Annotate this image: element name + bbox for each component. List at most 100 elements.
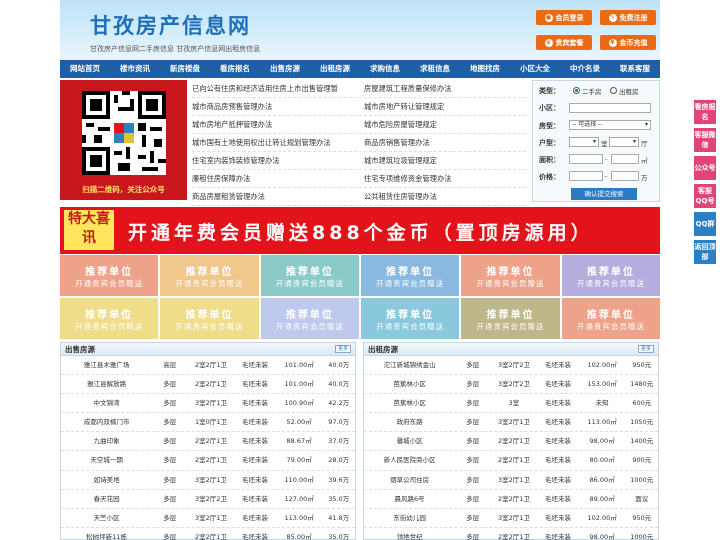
policy-link[interactable]: 城市建筑垃圾管理规定 bbox=[364, 152, 526, 170]
promo-banner[interactable]: 特大喜讯 开通年费会员赠送888个金币（置顶房源用） bbox=[60, 207, 660, 254]
listing-row[interactable]: 松树坪新11栋 多层 2室2厅1卫 毛坯未装 85.00㎡ 35.0万 bbox=[61, 528, 355, 540]
radio-rent[interactable] bbox=[610, 87, 617, 94]
ting-select[interactable]: ▾ bbox=[609, 137, 639, 147]
listing-row[interactable]: 成都内双楠门市 多层 1室0厅1卫 毛坯未装 52.00㎡ 97.0万 bbox=[61, 413, 355, 433]
listing-price: 600元 bbox=[632, 399, 652, 408]
nav-item-support[interactable]: 联系客服 bbox=[610, 60, 660, 78]
side-float-item[interactable]: 客服QQ号 bbox=[694, 184, 716, 208]
recommended-unit-tile[interactable]: 推荐单位 开通贵宾会员赠送 bbox=[60, 298, 159, 339]
policy-link[interactable]: 住宅室内装饰装修管理办法 bbox=[192, 152, 362, 170]
listing-floor: 多层 bbox=[163, 456, 177, 465]
nav-item-sale[interactable]: 出售房源 bbox=[260, 60, 310, 78]
side-float-item[interactable]: 看房报名 bbox=[694, 100, 716, 124]
nav-item-want-rent[interactable]: 求租信息 bbox=[410, 60, 460, 78]
listing-row[interactable]: 九曲印象 多层 2室2厅1卫 毛坯未装 88.67㎡ 37.0万 bbox=[61, 432, 355, 452]
listing-community: 晨风路6号 bbox=[394, 494, 425, 503]
room-select[interactable]: -- 可选择 -- ▾ bbox=[569, 120, 651, 130]
login-button[interactable]: ● 会员登录 bbox=[536, 10, 592, 25]
recommended-unit-tile[interactable]: 推荐单位 开通贵宾会员赠送 bbox=[260, 298, 359, 339]
search-submit-button[interactable]: 确认提交搜索 bbox=[571, 188, 637, 200]
listing-row[interactable]: 天竺小区 多层 3室2厅1卫 毛坯未装 113.00㎡ 41.8万 bbox=[61, 509, 355, 528]
policy-link[interactable]: 商品房销售管理办法 bbox=[364, 134, 526, 152]
vip-package-button[interactable]: ♛ 贵宾套餐 bbox=[536, 35, 592, 50]
side-float-item[interactable]: 返回顶部 bbox=[694, 240, 716, 264]
listing-row[interactable]: 晨风路6号 多层 2室2厅1卫 毛坯未装 89.00㎡ 面议 bbox=[364, 490, 658, 509]
listing-decoration: 毛坯未装 bbox=[545, 494, 571, 503]
recommended-unit-tile[interactable]: 推荐单位 开通贵宾会员赠送 bbox=[561, 298, 660, 339]
policy-link[interactable]: 公共租赁住房管理办法 bbox=[364, 188, 526, 206]
listing-row[interactable]: 领地世纪 多层 2室2厅1卫 毛坯未装 98.00㎡ 1000元 bbox=[364, 528, 658, 540]
nav-item-viewing[interactable]: 看房报名 bbox=[210, 60, 260, 78]
listing-row[interactable]: 芭蕉林小区 多层 3室2厅2卫 毛坯未装 153.00㎡ 1480元 bbox=[364, 375, 658, 395]
policy-link[interactable]: 已向公有住房和经济适用住房上市出售管理暂 bbox=[192, 80, 362, 98]
recommended-unit-tile[interactable]: 推荐单位 开通贵宾会员赠送 bbox=[160, 298, 259, 339]
nav-item-home[interactable]: 网站首页 bbox=[60, 60, 110, 78]
nav-item-want-buy[interactable]: 求购信息 bbox=[360, 60, 410, 78]
nav-item-agents[interactable]: 中介名录 bbox=[560, 60, 610, 78]
radio-sale[interactable] bbox=[573, 87, 580, 94]
listing-area: 101.00㎡ bbox=[284, 380, 314, 389]
listing-row[interactable]: 东街幼儿园 多层 3室2厅1卫 毛坯未装 102.00㎡ 950元 bbox=[364, 509, 658, 528]
listing-row[interactable]: 新人民医院旁小区 多层 2室2厅1卫 毛坯未装 80.00㎡ 900元 bbox=[364, 451, 658, 471]
register-button[interactable]: ✎ 免费注册 bbox=[600, 10, 656, 25]
recommended-unit-tile[interactable]: 推荐单位 开通贵宾会员赠送 bbox=[461, 255, 560, 296]
listing-row[interactable]: 雅江县木雅广场 高层 2室2厅1卫 毛坯未装 101.00㎡ 40.0万 bbox=[61, 356, 355, 376]
recommended-unit-tile[interactable]: 推荐单位 开通贵宾会员赠送 bbox=[60, 255, 159, 296]
listing-row[interactable]: 中文锦湾 多层 3室2厅1卫 毛坯未装 100.90㎡ 42.2万 bbox=[61, 394, 355, 414]
policy-link[interactable]: 商品房屋租赁管理办法 bbox=[192, 188, 362, 206]
recommended-unit-tile[interactable]: 推荐单位 开通贵宾会员赠送 bbox=[561, 255, 660, 296]
shi-select[interactable]: ▾ bbox=[569, 137, 599, 147]
listing-row[interactable]: 馨城小区 多层 2室2厅1卫 毛坯未装 98.00㎡ 1400元 bbox=[364, 432, 658, 452]
listing-community: 芭蕉林小区 bbox=[393, 399, 426, 408]
site-logo[interactable]: 甘孜房产信息网 bbox=[90, 10, 251, 40]
policy-link[interactable]: 城市商品房预售管理办法 bbox=[192, 98, 362, 116]
recharge-button[interactable]: ¥ 金币充值 bbox=[600, 35, 656, 50]
price-max-input[interactable] bbox=[611, 171, 639, 181]
recommended-unit-tile[interactable]: 推荐单位 开通贵宾会员赠送 bbox=[461, 298, 560, 339]
unit-subtitle: 开通贵宾会员赠送 bbox=[576, 278, 645, 288]
listing-row[interactable]: 雅江县解放路 多层 2室2厅1卫 毛坯未装 101.00㎡ 40.0万 bbox=[61, 375, 355, 395]
side-float-item[interactable]: 客服微信 bbox=[694, 128, 716, 152]
side-float-item[interactable]: 公众号 bbox=[694, 156, 716, 180]
policy-link[interactable]: 城市国有土地使用权出让转让规划管理办法 bbox=[192, 134, 362, 152]
policy-link[interactable]: 住宅专项维修资金管理办法 bbox=[364, 170, 526, 188]
area-min-input[interactable] bbox=[569, 154, 603, 164]
recommended-unit-tile[interactable]: 推荐单位 开通贵宾会员赠送 bbox=[160, 255, 259, 296]
area-max-input[interactable] bbox=[611, 154, 639, 164]
nav-item-rent[interactable]: 出租房源 bbox=[310, 60, 360, 78]
recommended-unit-tile[interactable]: 推荐单位 开通贵宾会员赠送 bbox=[361, 255, 460, 296]
listing-price: 1050元 bbox=[630, 418, 654, 427]
radio-rent-label: 出租房 bbox=[619, 88, 639, 96]
promo-text: 开通年费会员赠送888个金币（置顶房源用） bbox=[128, 222, 594, 244]
community-input[interactable] bbox=[569, 103, 651, 113]
nav-item-new-homes[interactable]: 新房楼盘 bbox=[160, 60, 210, 78]
listing-row[interactable]: 如诗美地 多层 3室2厅1卫 毛坯未装 110.00㎡ 39.6万 bbox=[61, 471, 355, 490]
listing-area: 未知 bbox=[595, 399, 609, 408]
unit-title: 推荐单位 bbox=[285, 266, 334, 278]
nav-item-communities[interactable]: 小区大全 bbox=[510, 60, 560, 78]
price-min-input[interactable] bbox=[569, 171, 603, 181]
nav-item-news[interactable]: 楼市资讯 bbox=[110, 60, 160, 78]
listing-decoration: 毛坯未装 bbox=[545, 399, 571, 408]
listing-community: 天空城一期 bbox=[90, 456, 123, 465]
policy-link[interactable]: 城市房地产抵押管理办法 bbox=[192, 116, 362, 134]
listing-layout: 3室2厅1卫 bbox=[497, 418, 530, 427]
chevron-down-icon: ▾ bbox=[632, 138, 636, 145]
side-float-item[interactable]: QQ群 bbox=[694, 212, 716, 236]
listing-row[interactable]: 芭蕉林小区 多层 3室 毛坯未装 未知 600元 bbox=[364, 394, 658, 414]
sale-more-button[interactable]: 更多 bbox=[335, 345, 351, 353]
policy-link[interactable]: 房屋建筑工程质量保修办法 bbox=[364, 80, 526, 98]
nav-item-map[interactable]: 地图找房 bbox=[460, 60, 510, 78]
listing-row[interactable]: 政府东路 多层 3室2厅1卫 毛坯未装 113.00㎡ 1050元 bbox=[364, 413, 658, 433]
listing-row[interactable]: 春天花园 多层 3室2厅2卫 毛坯未装 127.00㎡ 35.0万 bbox=[61, 490, 355, 509]
listing-row[interactable]: 烟草公司住房 多层 3室2厅1卫 毛坯未装 86.00㎡ 1000元 bbox=[364, 471, 658, 490]
rent-more-button[interactable]: 更多 bbox=[638, 345, 654, 353]
listing-row[interactable]: 天空城一期 多层 2室2厅1卫 毛坯未装 79.00㎡ 28.0万 bbox=[61, 451, 355, 471]
policy-link[interactable]: 廉租住房保障办法 bbox=[192, 170, 362, 188]
listing-row[interactable]: 沱江新城锦绣金山 多层 3室2厅2卫 毛坯未装 102.00㎡ 950元 bbox=[364, 356, 658, 376]
listing-decoration: 毛坯未装 bbox=[242, 418, 268, 427]
policy-link[interactable]: 城市房地产转让管理规定 bbox=[364, 98, 526, 116]
recommended-unit-tile[interactable]: 推荐单位 开通贵宾会员赠送 bbox=[260, 255, 359, 296]
recommended-unit-tile[interactable]: 推荐单位 开通贵宾会员赠送 bbox=[361, 298, 460, 339]
policy-link[interactable]: 城市危险房屋管理规定 bbox=[364, 116, 526, 134]
